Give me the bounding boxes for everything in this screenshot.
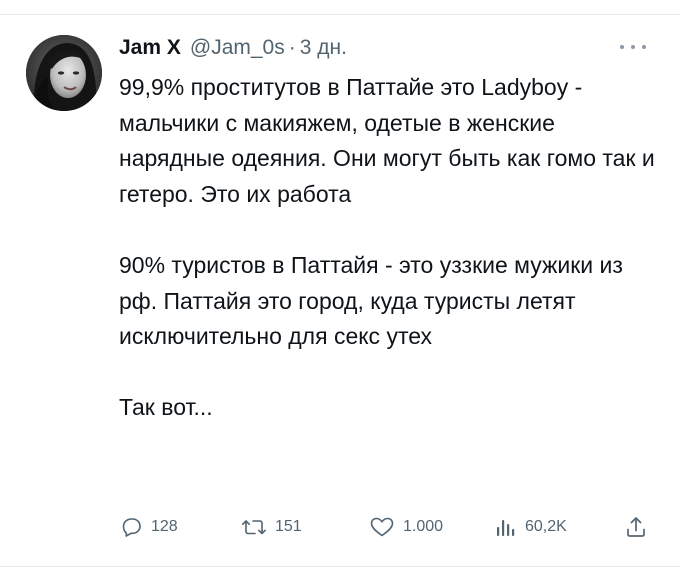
views-chart-icon (497, 520, 515, 536)
like-button[interactable]: 1.000 (369, 512, 443, 542)
tweet[interactable]: Jam X @Jam_0s · 3 дн. 99,9% проститутов … (0, 0, 680, 571)
reply-button[interactable]: 128 (119, 512, 178, 542)
timestamp[interactable]: 3 дн. (300, 36, 347, 60)
bottom-divider (0, 566, 680, 567)
heart-icon (370, 517, 394, 537)
meta-separator: · (288, 36, 296, 59)
tweet-paragraph: Так вот... (119, 394, 213, 421)
avatar[interactable] (26, 35, 102, 111)
tweet-text: 99,9% проститутов в Паттайе это Ladyboy … (119, 70, 659, 426)
author-handle[interactable]: @Jam_0s (190, 36, 285, 60)
tweet-paragraph: 99,9% проститутов в Паттайе это Ladyboy … (119, 74, 655, 207)
retweet-icon (242, 520, 266, 535)
views-button[interactable]: 60,2K (493, 512, 567, 542)
retweet-button[interactable]: 151 (241, 512, 302, 542)
more-dot (620, 45, 624, 49)
reply-count: 128 (151, 518, 178, 535)
share-button[interactable] (624, 512, 648, 542)
more-horizontal-icon[interactable] (620, 40, 646, 54)
retweet-count: 151 (275, 518, 302, 535)
more-dot (631, 45, 635, 49)
share-icon (627, 517, 645, 537)
reply-icon (122, 518, 141, 537)
like-count: 1.000 (403, 518, 444, 535)
tweet-header: Jam X @Jam_0s · 3 дн. (119, 36, 347, 64)
views-count: 60,2K (525, 518, 567, 535)
more-dot (642, 45, 646, 49)
tweet-actions: 128 151 1.000 60,2K (119, 512, 659, 542)
tweet-paragraph: 90% туристов в Паттайя - это уззкие мужи… (119, 251, 623, 350)
avatar-image (26, 35, 102, 111)
author-name[interactable]: Jam X (119, 36, 181, 60)
